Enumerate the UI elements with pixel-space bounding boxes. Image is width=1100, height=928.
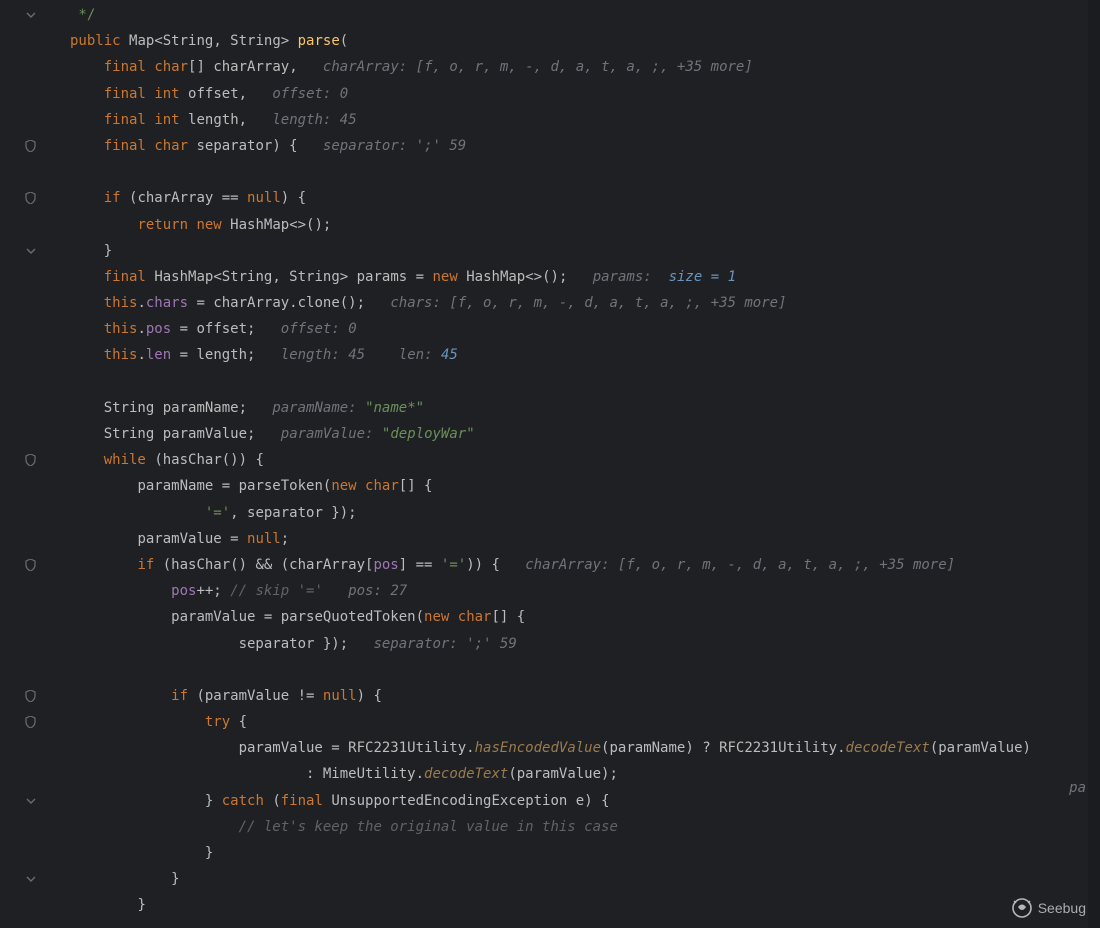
code-line[interactable]: String paramName; paramName: "name*" [70,395,1100,421]
code-line[interactable]: this.len = length; length: 45 len: 45 [70,342,1100,368]
code-line[interactable] [70,159,1100,185]
code-line[interactable]: try { [70,709,1100,735]
code-line[interactable]: public Map<String, String> parse( [70,28,1100,54]
gutter-shield-icon[interactable] [0,709,42,735]
code-line[interactable]: } [70,238,1100,264]
code-line[interactable]: } [70,840,1100,866]
gutter-shield-icon[interactable] [0,552,42,578]
code-line-execution[interactable]: paramValue = RFC2231Utility.hasEncodedVa… [70,735,1100,761]
gutter-shield-icon[interactable] [0,185,42,211]
code-line[interactable]: separator }); separator: ';' 59 [70,631,1100,657]
code-line[interactable]: return new HashMap<>(); [70,212,1100,238]
watermark-label: Seebug [1038,900,1086,916]
code-line[interactable] [70,369,1100,395]
code-line[interactable]: } [70,866,1100,892]
code-line[interactable]: final char separator) { separator: ';' 5… [70,133,1100,159]
code-line[interactable]: } catch (final UnsupportedEncodingExcept… [70,788,1100,814]
code-line[interactable]: // let's keep the original value in this… [70,814,1100,840]
code-line[interactable]: paramName = parseToken(new char[] { [70,473,1100,499]
watermark: Seebug [1012,898,1086,918]
code-line[interactable]: final HashMap<String, String> params = n… [70,264,1100,290]
code-line[interactable] [70,657,1100,683]
code-area[interactable]: */ public Map<String, String> parse( fin… [42,0,1100,928]
code-line[interactable]: */ [70,2,1100,28]
code-line[interactable]: while (hasChar()) { [70,447,1100,473]
seebug-logo-icon [1012,898,1032,918]
code-line[interactable]: paramValue = parseQuotedToken(new char[]… [70,604,1100,630]
code-line[interactable]: '=', separator }); [70,500,1100,526]
code-line[interactable]: if (paramValue != null) { [70,683,1100,709]
code-line[interactable]: String paramValue; paramValue: "deployWa… [70,421,1100,447]
code-line[interactable]: final int offset, offset: 0 [70,81,1100,107]
code-line[interactable]: pos++; // skip '=' pos: 27 [70,578,1100,604]
gutter-fold-icon[interactable] [0,238,42,264]
code-line[interactable]: if (charArray == null) { [70,185,1100,211]
code-line[interactable]: this.pos = offset; offset: 0 [70,316,1100,342]
gutter-fold-icon[interactable] [0,866,42,892]
gutter-shield-icon[interactable] [0,683,42,709]
code-editor[interactable]: */ public Map<String, String> parse( fin… [0,0,1100,928]
code-line[interactable]: this.chars = charArray.clone(); chars: [… [70,290,1100,316]
code-line[interactable]: if (hasChar() && (charArray[pos] == '=')… [70,552,1100,578]
gutter-fold-icon[interactable] [0,2,42,28]
gutter-shield-icon[interactable] [0,447,42,473]
truncated-hint: pa [1069,780,1086,796]
gutter [0,0,42,928]
code-line[interactable]: : MimeUtility.decodeText(paramValue); [70,761,1100,787]
gutter-fold-icon[interactable] [0,788,42,814]
code-line[interactable]: } [70,892,1100,918]
gutter-shield-icon[interactable] [0,133,42,159]
code-line-highlighted[interactable]: paramValue = null; [70,526,1100,552]
code-line[interactable]: final char[] charArray, charArray: [f, o… [70,54,1100,80]
code-line[interactable]: final int length, length: 45 [70,107,1100,133]
